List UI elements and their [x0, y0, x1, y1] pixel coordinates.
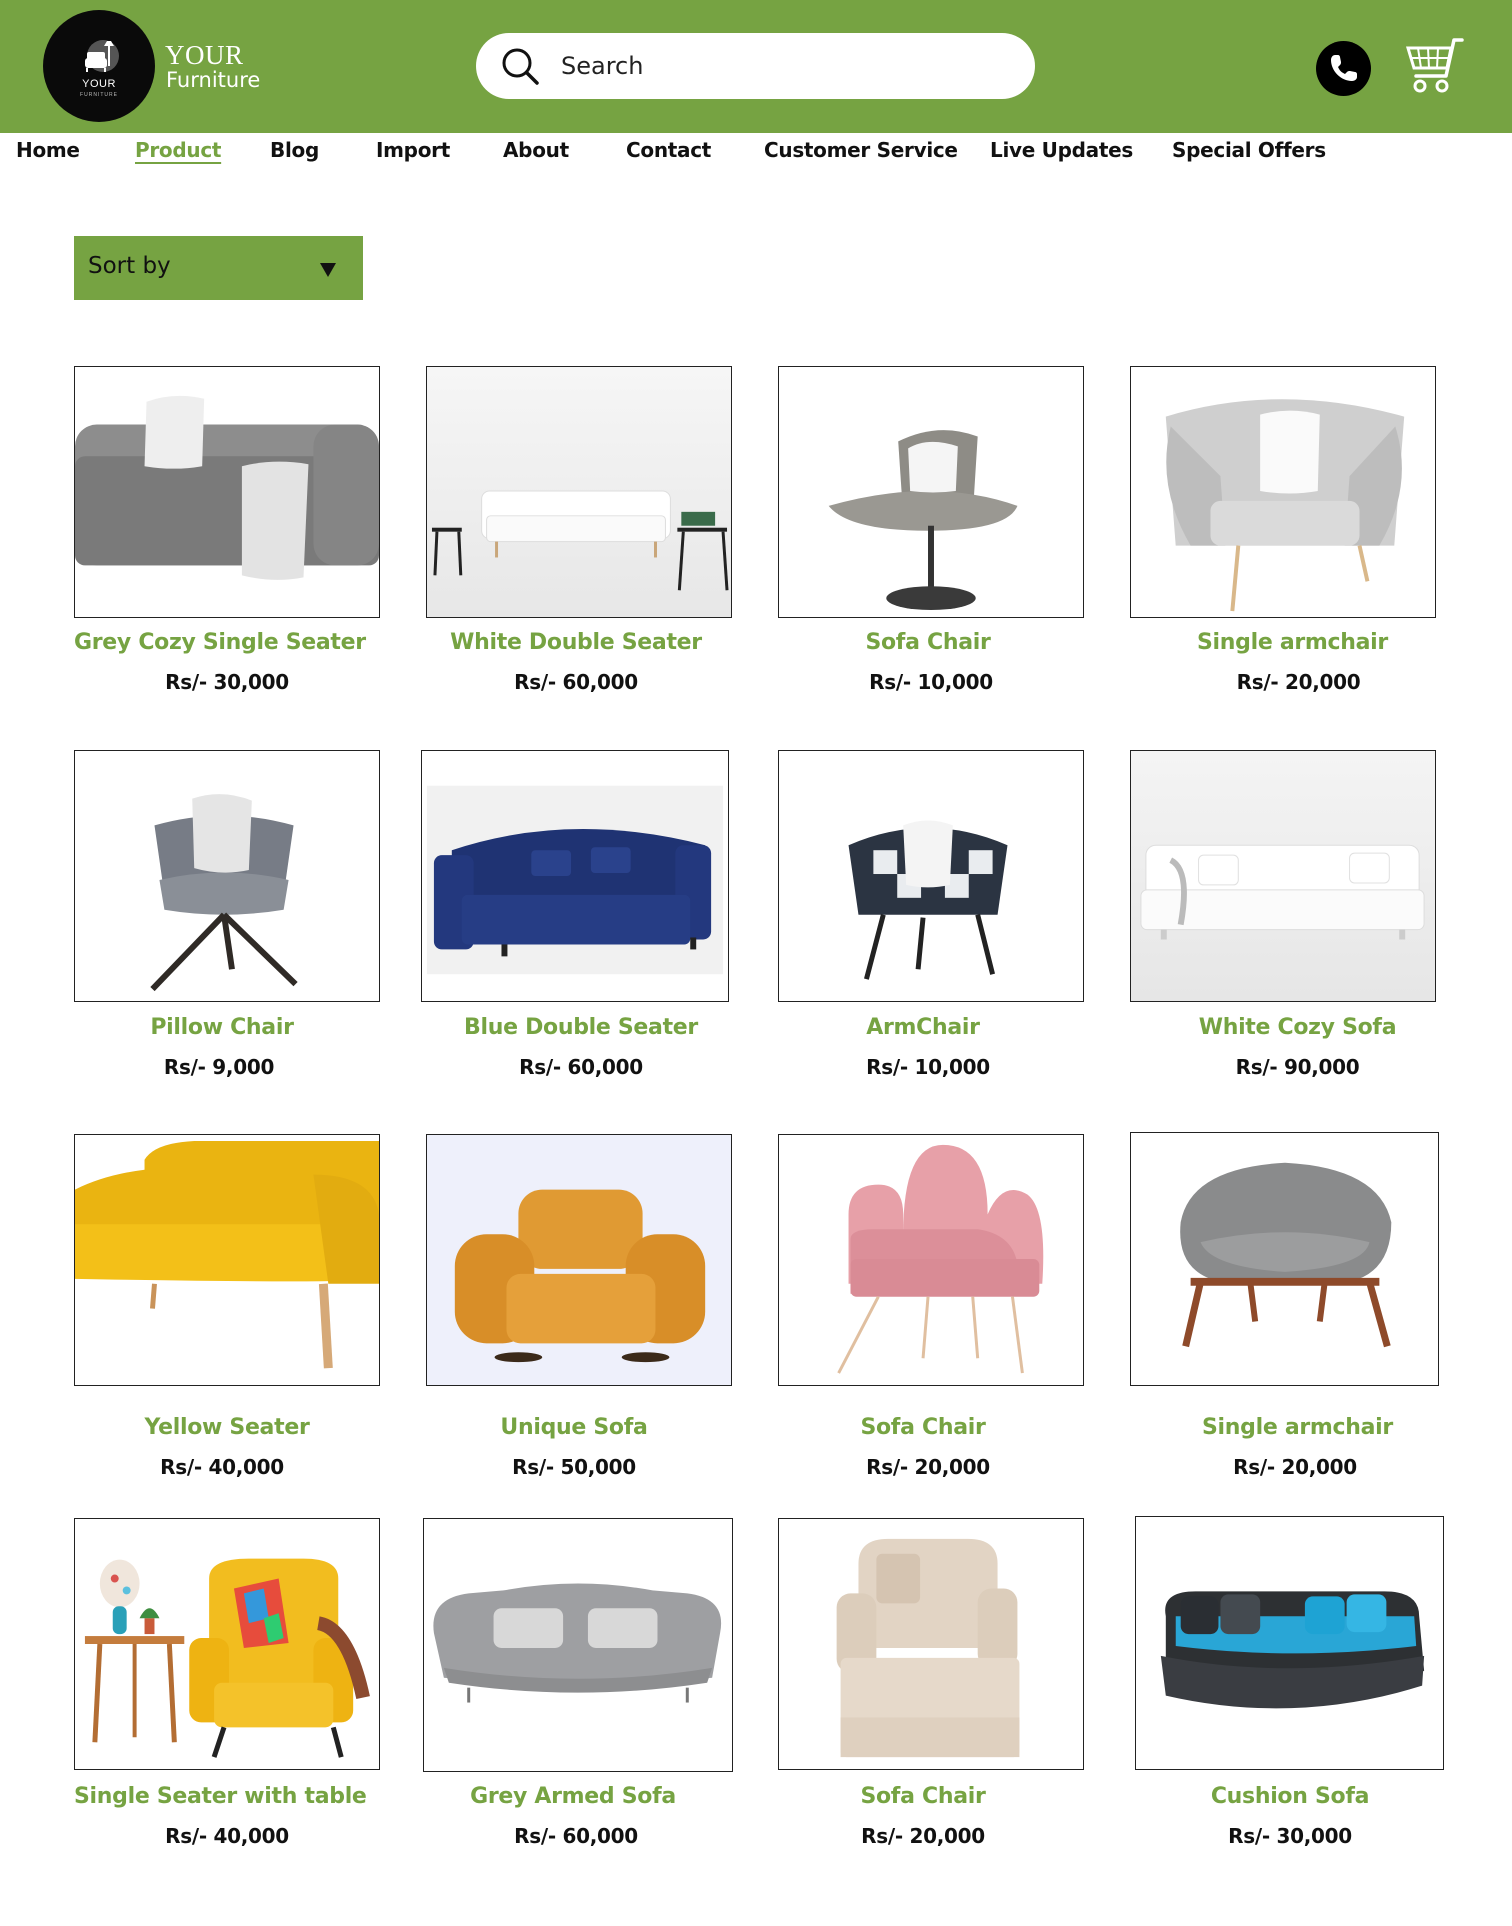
product-price: Rs/- 20,000 [866, 1455, 990, 1479]
product-price: Rs/- 20,000 [1236, 670, 1361, 694]
product-name[interactable]: White Double Seater [426, 630, 726, 655]
product-name[interactable]: Yellow Seater [74, 1415, 380, 1440]
product-name[interactable]: Sofa Chair [778, 1415, 1068, 1440]
product-price: Rs/- 20,000 [861, 1824, 985, 1848]
product-image-cushion-sofa[interactable] [1135, 1516, 1444, 1770]
site-header: YOUR FURNITURE YOUR Furniture [0, 0, 1512, 133]
main-nav: Home Product Blog Import About Contact C… [0, 133, 1512, 173]
nav-import[interactable]: Import [376, 138, 450, 162]
product-name[interactable]: Cushion Sofa [1135, 1784, 1445, 1809]
product-price: Rs/- 30,000 [1228, 1824, 1352, 1848]
product-name[interactable]: Single Seater with table [74, 1784, 367, 1809]
product-image-yellow-seater[interactable] [74, 1134, 380, 1386]
nav-special-offers[interactable]: Special Offers [1172, 138, 1326, 162]
nav-customer-service[interactable]: Customer Service [764, 138, 958, 162]
product-image-armchair[interactable] [778, 750, 1084, 1002]
armchair-logo-icon [85, 40, 119, 72]
logo-text: YOUR [82, 78, 116, 90]
product-image-sofa-chair[interactable] [778, 1518, 1084, 1770]
product-name[interactable]: Single armchair [1130, 630, 1455, 655]
logo-subtext: FURNITURE [80, 92, 118, 98]
cart-icon[interactable] [1402, 36, 1468, 96]
product-price: Rs/- 60,000 [519, 1055, 643, 1079]
product-image-single-armchair[interactable] [1130, 1132, 1439, 1386]
product-image-single-armchair[interactable] [1130, 366, 1436, 618]
product-price: Rs/- 30,000 [165, 670, 289, 694]
product-image-blue-double-seater[interactable] [421, 750, 729, 1002]
product-name[interactable]: Single armchair [1130, 1415, 1465, 1440]
search-bar[interactable] [476, 33, 1035, 99]
product-price: Rs/- 60,000 [514, 670, 638, 694]
nav-live-updates[interactable]: Live Updates [990, 138, 1133, 162]
product-price: Rs/- 40,000 [160, 1455, 284, 1479]
product-name[interactable]: White Cozy Sofa [1130, 1015, 1465, 1040]
product-image-sofa-chair[interactable] [778, 1134, 1084, 1386]
product-image-pillow-chair[interactable] [74, 750, 380, 1002]
product-name[interactable]: Sofa Chair [778, 1784, 1068, 1809]
nav-about[interactable]: About [503, 138, 569, 162]
product-price: Rs/- 40,000 [165, 1824, 289, 1848]
product-name[interactable]: Unique Sofa [426, 1415, 722, 1440]
product-name[interactable]: Grey Cozy Single Seater [74, 630, 366, 655]
phone-icon [1331, 55, 1357, 81]
nav-home[interactable]: Home [16, 138, 80, 162]
product-image-grey-armed-sofa[interactable] [423, 1518, 733, 1772]
product-image-white-cozy-sofa[interactable] [1130, 750, 1436, 1002]
product-price: Rs/- 50,000 [512, 1455, 636, 1479]
phone-button[interactable] [1316, 41, 1371, 96]
product-name[interactable]: ArmChair [778, 1015, 1068, 1040]
product-price: Rs/- 9,000 [163, 1055, 275, 1079]
logo[interactable]: YOUR FURNITURE [43, 10, 155, 122]
product-price: Rs/- 20,000 [1233, 1455, 1357, 1479]
product-price: Rs/- 60,000 [514, 1824, 638, 1848]
sort-dropdown[interactable]: Sort by [74, 236, 363, 300]
nav-contact[interactable]: Contact [626, 138, 711, 162]
product-name[interactable]: Pillow Chair [74, 1015, 370, 1040]
product-price: Rs/- 10,000 [866, 1055, 990, 1079]
search-input[interactable] [561, 47, 1001, 85]
product-image-grey-cozy-single-seater[interactable] [74, 366, 380, 618]
brand-name-line1: YOUR [165, 40, 244, 70]
sort-label: Sort by [88, 253, 171, 279]
product-image-single-seater-with-table[interactable] [74, 1518, 380, 1770]
brand-name-line2: Furniture [166, 68, 261, 92]
product-price: Rs/- 90,000 [1235, 1055, 1360, 1079]
product-image-sofa-chair[interactable] [778, 366, 1084, 618]
product-name[interactable]: Blue Double Seater [421, 1015, 741, 1040]
product-image-unique-sofa[interactable] [426, 1134, 732, 1386]
search-icon[interactable] [500, 46, 540, 86]
product-name[interactable]: Grey Armed Sofa [423, 1784, 723, 1809]
product-price: Rs/- 10,000 [869, 670, 993, 694]
product-image-white-double-seater[interactable] [426, 366, 732, 618]
nav-blog[interactable]: Blog [270, 138, 319, 162]
triangle-down-icon [320, 263, 336, 277]
nav-product[interactable]: Product [135, 138, 221, 162]
product-name[interactable]: Sofa Chair [778, 630, 1078, 655]
